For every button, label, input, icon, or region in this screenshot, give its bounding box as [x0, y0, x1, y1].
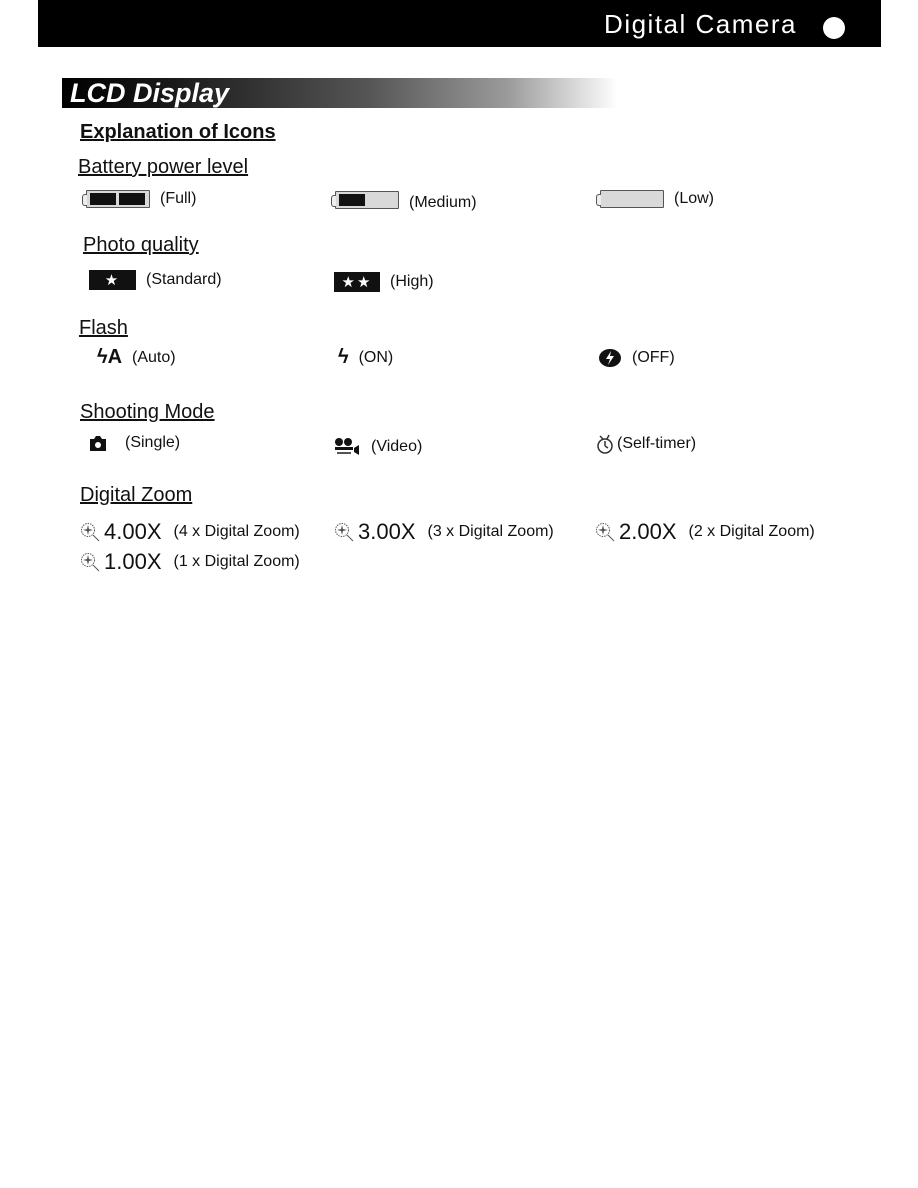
zoom-item: 4.00X (4 x Digital Zoom): [80, 519, 300, 545]
battery-medium-icon: [331, 191, 399, 209]
quality-high-item: ★★ (High): [334, 272, 434, 292]
battery-medium-item: (Medium): [331, 188, 477, 212]
quality-standard-label: (Standard): [146, 271, 222, 288]
battery-full-icon: [82, 190, 150, 208]
video-camera-icon: [335, 438, 359, 455]
battery-low-label: (Low): [674, 190, 715, 207]
flash-off-label: (OFF): [632, 349, 675, 366]
flash-on-item: ϟ (ON): [338, 346, 393, 369]
shooting-single-item: (Single): [89, 434, 180, 452]
battery-low-icon: [596, 190, 664, 208]
battery-full-item: (Full): [82, 190, 197, 208]
explanation-heading: Explanation of Icons: [80, 121, 276, 143]
shooting-timer-label: (Self-timer): [617, 435, 697, 452]
flash-auto-label: (Auto): [132, 348, 176, 366]
zoom-label: (2 x Digital Zoom): [688, 523, 815, 540]
flash-on-icon: ϟ: [338, 346, 349, 368]
flash-off-icon: [599, 349, 621, 367]
zoom-magnifier-icon: [81, 523, 100, 542]
camera-single-icon: [90, 435, 106, 451]
battery-title: Battery power level: [78, 156, 249, 178]
flash-off-item: (OFF): [598, 348, 675, 368]
section-banner: LCD Display: [62, 78, 618, 108]
zoom-label: (3 x Digital Zoom): [427, 523, 554, 540]
zoom-magnifier-icon: [81, 553, 100, 572]
flash-auto-item: ϟA (Auto): [97, 346, 176, 369]
zoom-label: (1 x Digital Zoom): [173, 553, 300, 570]
zoom-magnifier-icon: [335, 523, 354, 542]
header-dot-icon: [823, 17, 845, 39]
zoom-item: 3.00X (3 x Digital Zoom): [334, 519, 554, 545]
zoom-item: 2.00X (2 x Digital Zoom): [595, 519, 815, 545]
zoom-label: (4 x Digital Zoom): [173, 523, 300, 540]
battery-medium-label: (Medium): [409, 194, 477, 211]
banner-title: LCD Display: [70, 78, 230, 108]
zoom-value: 4.00X: [104, 519, 162, 544]
flash-auto-icon: ϟA: [97, 346, 123, 368]
quality-title: Photo quality: [83, 234, 199, 256]
shooting-title: Shooting Mode: [80, 401, 215, 423]
shooting-single-label: (Single): [125, 434, 181, 451]
battery-full-label: (Full): [160, 190, 197, 207]
flash-on-label: (ON): [358, 348, 394, 366]
zoom-magnifier-icon: [596, 523, 615, 542]
zoom-value: 1.00X: [104, 549, 162, 574]
shooting-timer-item: (Self-timer): [595, 433, 696, 455]
zoom-title: Digital Zoom: [80, 484, 193, 506]
zoom-item: 1.00X (1 x Digital Zoom): [80, 549, 300, 575]
self-timer-icon: [597, 434, 613, 454]
header-bar: Digital Camera: [38, 0, 881, 47]
header-title: Digital Camera: [604, 9, 797, 39]
flash-title: Flash: [79, 317, 128, 339]
double-star-icon: ★★: [334, 272, 380, 292]
shooting-video-label: (Video): [371, 438, 423, 455]
star-icon: ★: [89, 270, 136, 290]
shooting-video-item: (Video): [333, 437, 422, 457]
quality-high-label: (High): [390, 273, 434, 290]
zoom-value: 2.00X: [619, 519, 677, 544]
zoom-value: 3.00X: [358, 519, 416, 544]
quality-standard-item: ★ (Standard): [89, 270, 222, 290]
battery-low-item: (Low): [596, 190, 715, 208]
